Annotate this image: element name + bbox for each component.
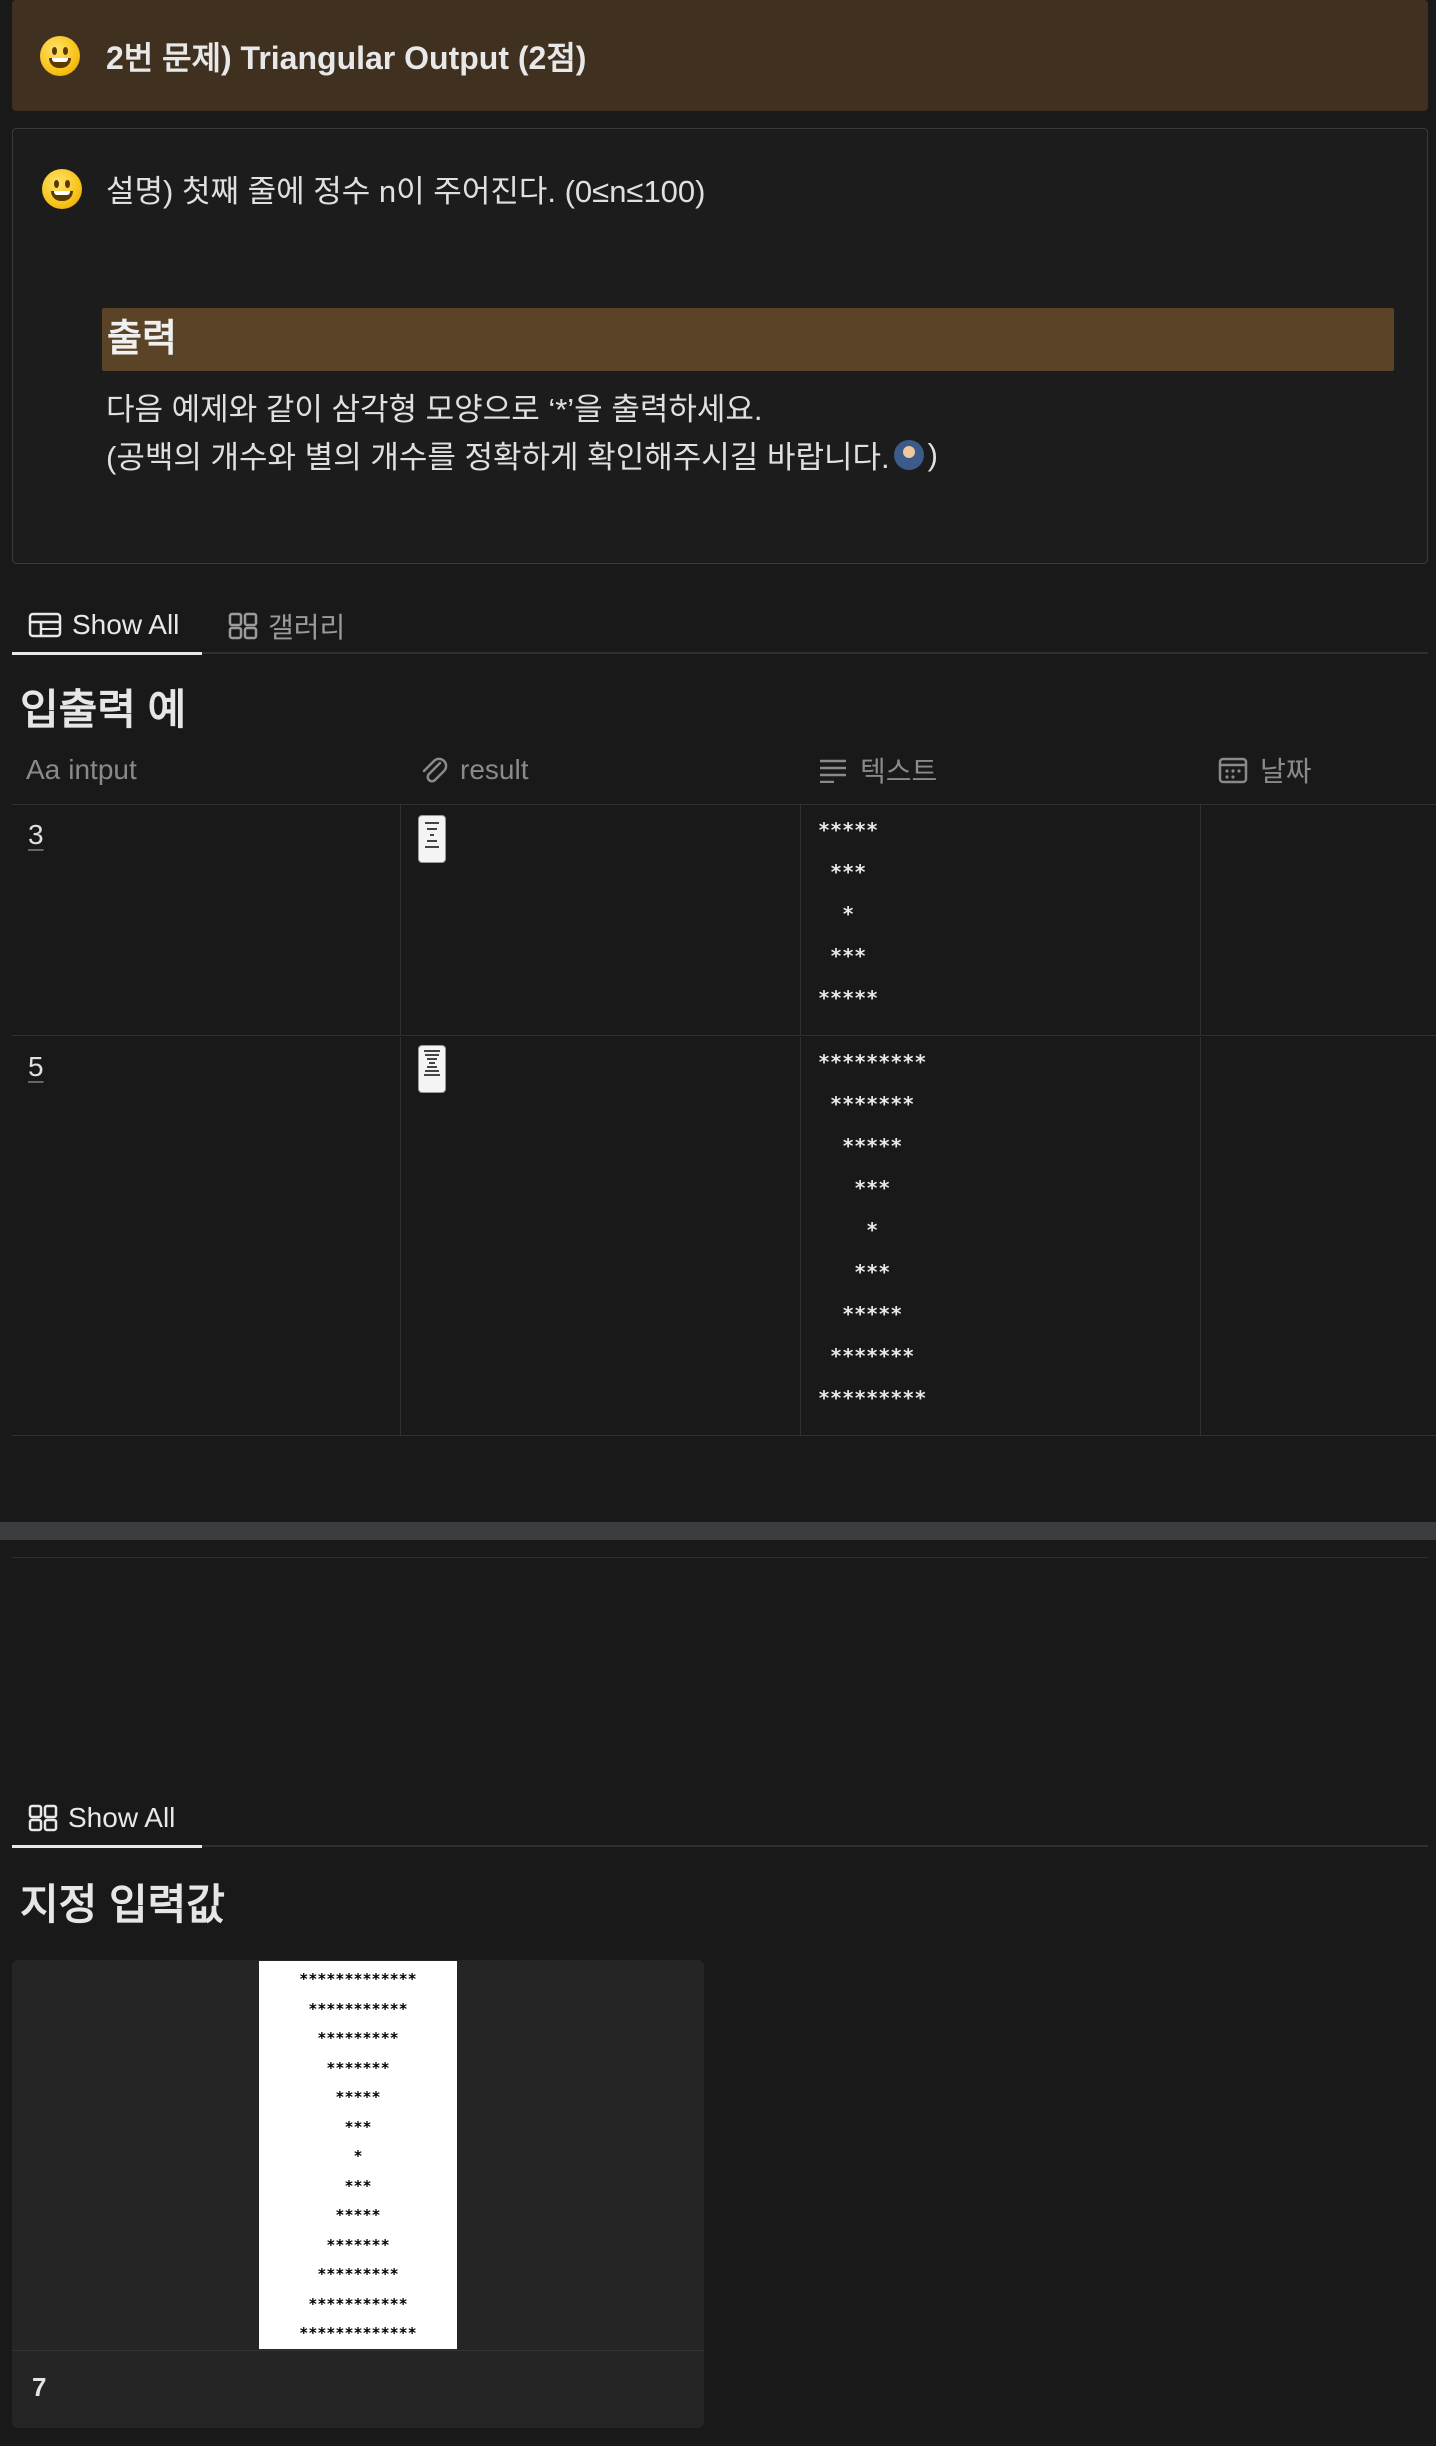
result-file-thumbnail[interactable] <box>418 1045 446 1093</box>
card-preview-text: ************* *********** ********* ****… <box>299 1970 417 2342</box>
text-cell[interactable]: ********* ******* ***** *** * *** ***** … <box>818 1041 926 1439</box>
column-header-date[interactable]: 날짜 <box>1218 735 1312 805</box>
text-value: ***** *** * *** ***** <box>818 818 879 1010</box>
section-title-io-examples: 입출력 예 <box>20 686 187 733</box>
description-line: 설명) 첫째 줄에 정수 n이 주어진다. (0≤n≤100) <box>42 166 706 211</box>
paperclip-icon <box>422 757 448 783</box>
output-line-2-text: (공백의 개수와 별의 개수를 정확하게 확인해주시길 바랍니다. <box>106 440 890 475</box>
column-label: intput <box>68 754 137 785</box>
section-title-custom-input: 지정 입력값 <box>20 1881 225 1928</box>
input-cell[interactable]: 5 <box>28 1051 44 1449</box>
input-cell[interactable]: 3 <box>28 819 44 1049</box>
calendar-icon <box>1218 757 1248 784</box>
output-line-2: (공백의 개수와 별의 개수를 정확하게 확인해주시길 바랍니다. ) <box>106 432 938 477</box>
tab-label: Show All <box>72 609 180 640</box>
card-title[interactable]: 7 <box>32 2372 46 2403</box>
title-callout: 2번 문제) Triangular Output (2점) <box>12 0 1428 111</box>
gallery-icon <box>28 1804 58 1832</box>
input-value[interactable]: 5 <box>28 1051 44 1082</box>
output-heading: 출력 <box>102 308 1394 371</box>
person-emoji-icon <box>893 439 924 470</box>
card-preview-image[interactable]: ************* *********** ********* ****… <box>259 1961 457 2349</box>
tab-label: 갤러리 <box>268 612 346 643</box>
input-value[interactable]: 3 <box>28 819 44 850</box>
column-label: 날짜 <box>1260 756 1312 787</box>
tab-label: Show All <box>68 1802 176 1833</box>
divider <box>12 1557 1428 1558</box>
text-lines-icon <box>820 759 846 783</box>
table-row[interactable]: 3 ***** *** * *** ***** <box>12 805 1436 1036</box>
column-header-result[interactable]: result <box>418 735 528 805</box>
column-label: 텍스트 <box>860 756 938 787</box>
column-header-text[interactable]: 텍스트 <box>818 735 937 805</box>
gallery-icon <box>228 612 258 640</box>
description-text: 설명) 첫째 줄에 정수 n이 주어진다. (0≤n≤100) <box>106 174 706 209</box>
tab-show-all[interactable]: Show All <box>12 598 202 655</box>
view-tabbar: Show All 갤러리 <box>12 598 1428 655</box>
gallery-card[interactable]: ************* *********** ********* ****… <box>12 1960 704 2428</box>
column-label: result <box>460 754 529 785</box>
table-header: Aa intput result 텍스트 날짜 <box>12 735 1436 805</box>
card-divider <box>12 2350 704 2351</box>
tab-gallery[interactable]: 갤러리 <box>212 598 361 654</box>
output-line-2-close: ) <box>927 436 938 472</box>
grinning-face-icon <box>42 168 82 209</box>
table-icon <box>28 612 62 638</box>
grinning-face-icon <box>40 35 80 76</box>
result-file-thumbnail[interactable] <box>418 815 446 863</box>
tab-show-all[interactable]: Show All <box>12 1791 202 1848</box>
column-header-input[interactable]: Aa intput <box>26 735 137 805</box>
output-line-1: 다음 예제와 같이 삼각형 모양으로 ‘*’을 출력하세요. <box>106 392 763 427</box>
table-row[interactable]: 5 ********* ******* ***** *** * *** ****… <box>12 1037 1436 1436</box>
text-cell[interactable]: ***** *** * *** ***** <box>818 809 878 1039</box>
text-value: ********* ******* ***** *** * *** ***** … <box>818 1050 927 1410</box>
text-type-icon: Aa <box>26 754 61 785</box>
page-title: 2번 문제) Triangular Output (2점) <box>106 39 587 76</box>
section-separator <box>0 1522 1436 1540</box>
view-tabbar: Show All <box>12 1791 1428 1848</box>
